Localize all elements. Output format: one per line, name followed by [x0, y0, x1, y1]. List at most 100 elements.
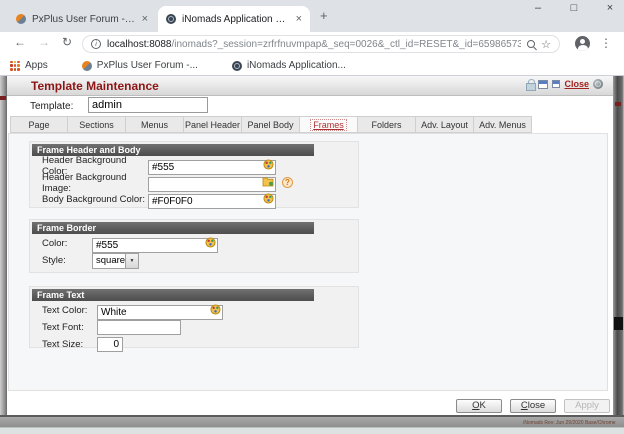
border-style-select[interactable]: square ▼: [92, 253, 139, 269]
frame-resize-handle[interactable]: [614, 317, 623, 330]
globe-icon[interactable]: [593, 79, 603, 89]
tab-frames[interactable]: Frames: [300, 116, 358, 133]
chevron-down-icon[interactable]: ▼: [125, 254, 138, 268]
color-palette-icon[interactable]: [205, 237, 216, 248]
browser-window: PxPlus User Forum - Index × iNomads Appl…: [0, 0, 624, 434]
url-text: localhost:8088/inomads?_session=zrfrfnuv…: [107, 39, 521, 50]
help-icon[interactable]: ?: [282, 177, 293, 188]
browser-toolbar: ← → ↻ i localhost:8088/inomads?_session=…: [0, 32, 624, 56]
dialog-buttons: OK Close Apply: [456, 399, 610, 413]
bookmark-inomads[interactable]: iNomads Application...: [232, 60, 346, 71]
template-input[interactable]: [88, 97, 208, 113]
tab-page[interactable]: Page: [10, 116, 68, 133]
tab-title: PxPlus User Forum - Index: [32, 14, 136, 25]
tab-sections[interactable]: Sections: [68, 116, 126, 133]
color-palette-icon[interactable]: [263, 159, 274, 170]
frame-notch: [615, 102, 621, 106]
header-background-image-input[interactable]: [148, 177, 276, 192]
section-title: Frame Text: [32, 289, 314, 301]
frame-titlebar: Template Maintenance Close: [7, 76, 613, 96]
browser-tab-pxplus[interactable]: PxPlus User Forum - Index ×: [8, 6, 156, 32]
tab-close-icon[interactable]: ×: [142, 14, 148, 25]
section-title: Frame Border: [32, 222, 314, 234]
field-label: Body Background Color:: [42, 194, 148, 205]
bookmark-star-icon[interactable]: ☆: [541, 38, 551, 51]
section-frame-border: Frame Border Color: Style: square ▼: [29, 219, 359, 273]
section-frame-text: Frame Text Text Color: Text Font: Text: [29, 286, 359, 348]
selected-option: square: [93, 255, 125, 266]
back-icon[interactable]: ←: [14, 35, 26, 49]
bookmarks-bar: Apps PxPlus User Forum -... iNomads Appl…: [0, 56, 624, 76]
text-color-input[interactable]: [97, 305, 223, 320]
close-button[interactable]: Close: [510, 399, 556, 413]
maximize-icon[interactable]: □: [568, 2, 580, 14]
frame-close-link[interactable]: Close: [564, 79, 589, 89]
window-bottom-strip: [0, 427, 624, 434]
bookmark-label: PxPlus User Forum -...: [97, 60, 198, 71]
tab-close-icon[interactable]: ×: [296, 14, 302, 25]
frame-border-right: [613, 76, 624, 427]
forward-icon[interactable]: →: [38, 35, 50, 49]
field-row: Text Color:: [30, 303, 358, 318]
url-host: localhost:8088: [107, 39, 172, 50]
frame-titlebar-icons: Close: [526, 79, 603, 89]
field-row: Body Background Color:: [30, 192, 358, 207]
field-row: Text Font:: [30, 320, 358, 335]
profile-avatar[interactable]: [575, 36, 590, 51]
version-text: iNomads Rev: Jun 29/2020 Base/Chrome: [524, 419, 616, 425]
lock-icon[interactable]: [526, 79, 534, 89]
tab-adv-layout[interactable]: Adv. Layout: [416, 116, 474, 133]
field-label: Header Background Image:: [42, 172, 148, 194]
minimize-icon[interactable]: –: [532, 2, 544, 14]
tab-folders[interactable]: Folders: [358, 116, 416, 133]
field-row: Color:: [30, 236, 358, 251]
field-label: Style:: [42, 255, 92, 266]
apps-label: Apps: [25, 60, 48, 71]
template-label: Template:: [30, 101, 73, 112]
menu-dots-icon[interactable]: ⋮: [600, 36, 612, 50]
reload-icon[interactable]: ↻: [62, 35, 72, 49]
tab-panel-header[interactable]: Panel Header: [184, 116, 242, 133]
field-row: Text Size:: [30, 337, 358, 352]
browser-tab-inomads[interactable]: iNomads Application Launchpad ×: [158, 6, 310, 32]
tab-menus[interactable]: Menus: [126, 116, 184, 133]
field-label: Text Size:: [42, 339, 97, 350]
new-tab-button[interactable]: +: [320, 8, 328, 23]
color-palette-icon[interactable]: [210, 304, 221, 315]
popup-window-icon[interactable]: [552, 80, 560, 88]
text-size-input[interactable]: [97, 337, 123, 352]
pxplus-favicon-icon: [82, 61, 92, 71]
bookmark-label: iNomads Application...: [247, 60, 346, 71]
frame-border-left: [0, 76, 7, 427]
apply-button: Apply: [564, 399, 610, 413]
tab-panel-body[interactable]: Panel Body: [242, 116, 300, 133]
window-controls: – □ ×: [532, 2, 616, 14]
browser-tabstrip: PxPlus User Forum - Index × iNomads Appl…: [0, 0, 624, 32]
url-rest: /inomads?_session=zrfrfnuvmpap&_seq=0026…: [172, 39, 522, 50]
restore-window-icon[interactable]: [538, 80, 548, 89]
tab-adv-menus[interactable]: Adv. Menus: [474, 116, 532, 133]
frame-footer: iNomads Rev: Jun 29/2020 Base/Chrome: [0, 415, 624, 427]
field-label: Text Font:: [42, 322, 97, 333]
border-color-input[interactable]: [92, 238, 218, 253]
address-bar[interactable]: i localhost:8088/inomads?_session=zrfrfn…: [82, 35, 560, 53]
text-font-input[interactable]: [97, 320, 181, 335]
page-area: Template Maintenance Close Template: Pag…: [0, 76, 624, 434]
color-palette-icon[interactable]: [263, 193, 274, 204]
page-info-icon[interactable]: i: [91, 39, 101, 49]
field-label: Text Color:: [42, 305, 97, 316]
header-background-color-input[interactable]: [148, 160, 276, 175]
bookmark-pxplus[interactable]: PxPlus User Forum -...: [82, 60, 198, 71]
apps-grid-icon: [10, 61, 20, 71]
field-row: Style: square ▼: [30, 253, 358, 268]
body-background-color-input[interactable]: [148, 194, 276, 209]
search-icon[interactable]: [527, 40, 535, 48]
apps-shortcut[interactable]: Apps: [10, 60, 48, 71]
folder-browse-icon[interactable]: [262, 176, 274, 187]
frames-tab-panel: Frame Header and Body Header Background …: [8, 133, 608, 391]
pxplus-favicon-icon: [16, 14, 26, 24]
globe-favicon-icon: [232, 61, 242, 71]
close-window-icon[interactable]: ×: [604, 2, 616, 14]
page-title: Template Maintenance: [31, 79, 159, 93]
ok-button[interactable]: OK: [456, 399, 502, 413]
